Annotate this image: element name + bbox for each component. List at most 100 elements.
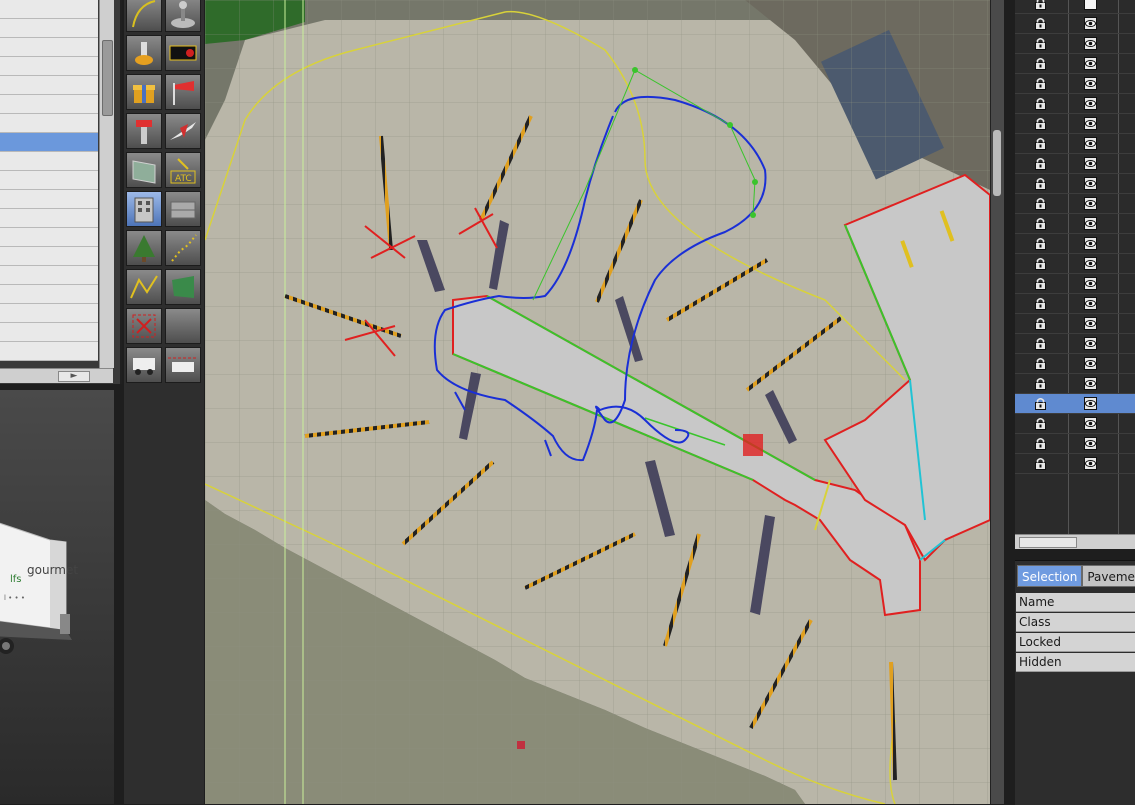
library-horizontal-scrollbar[interactable]: ► — [0, 368, 113, 383]
eye-icon[interactable] — [1084, 77, 1097, 90]
building-tool[interactable] — [126, 191, 162, 227]
layer-row[interactable] — [1015, 94, 1135, 114]
runway-sign-tool[interactable] — [165, 0, 201, 32]
lock-icon[interactable] — [1034, 0, 1047, 10]
layer-row[interactable] — [1015, 274, 1135, 294]
property-name-label[interactable]: Name — [1016, 593, 1135, 612]
lock-icon[interactable] — [1034, 337, 1047, 350]
eye-icon[interactable] — [1084, 157, 1097, 170]
property-class-label[interactable]: Class — [1016, 613, 1135, 632]
lock-icon[interactable] — [1034, 137, 1047, 150]
empty-tool[interactable] — [165, 308, 201, 344]
library-row[interactable] — [0, 76, 98, 95]
library-row[interactable] — [0, 133, 98, 152]
lock-icon[interactable] — [1034, 457, 1047, 470]
library-row[interactable] — [0, 304, 98, 323]
eye-icon[interactable] — [1084, 57, 1097, 70]
lock-icon[interactable] — [1034, 257, 1047, 270]
library-row[interactable] — [0, 0, 98, 19]
library-row[interactable] — [0, 342, 98, 361]
lock-icon[interactable] — [1034, 157, 1047, 170]
eye-icon[interactable] — [1084, 257, 1097, 270]
tab-selection[interactable]: Selection — [1017, 565, 1083, 587]
lock-icon[interactable] — [1034, 437, 1047, 450]
scroll-thumb[interactable] — [1019, 537, 1077, 548]
exclusion-tool[interactable] — [126, 308, 162, 344]
visibility-box-icon[interactable] — [1084, 0, 1097, 10]
line-tool[interactable] — [165, 230, 201, 266]
lock-icon[interactable] — [1034, 417, 1047, 430]
string-tool[interactable] — [126, 269, 162, 305]
layer-row[interactable] — [1015, 14, 1135, 34]
eye-icon[interactable] — [1084, 117, 1097, 130]
layer-row[interactable] — [1015, 114, 1135, 134]
library-row[interactable] — [0, 38, 98, 57]
lock-icon[interactable] — [1034, 17, 1047, 30]
eye-icon[interactable] — [1084, 177, 1097, 190]
layer-row[interactable] — [1015, 234, 1135, 254]
layer-row[interactable] — [1015, 454, 1135, 474]
layer-row[interactable] — [1015, 54, 1135, 74]
property-hidden-label[interactable]: Hidden — [1016, 653, 1135, 672]
lock-icon[interactable] — [1034, 317, 1047, 330]
lock-icon[interactable] — [1034, 77, 1047, 90]
lock-icon[interactable] — [1034, 217, 1047, 230]
library-row[interactable] — [0, 247, 98, 266]
eye-icon[interactable] — [1084, 317, 1097, 330]
layer-row[interactable] — [1015, 394, 1135, 414]
scroll-thumb[interactable] — [993, 130, 1001, 196]
ground-vehicle-tool[interactable] — [126, 347, 162, 383]
layer-row[interactable] — [1015, 174, 1135, 194]
eye-icon[interactable] — [1084, 377, 1097, 390]
layer-row[interactable] — [1015, 0, 1135, 14]
eye-icon[interactable] — [1084, 397, 1097, 410]
lock-icon[interactable] — [1034, 117, 1047, 130]
eye-icon[interactable] — [1084, 457, 1097, 470]
layer-row[interactable] — [1015, 74, 1135, 94]
layer-row[interactable] — [1015, 314, 1135, 334]
library-row[interactable] — [0, 57, 98, 76]
airplane-start-tool[interactable] — [165, 113, 201, 149]
scroll-thumb[interactable] — [102, 40, 113, 116]
library-row[interactable] — [0, 171, 98, 190]
layer-row[interactable] — [1015, 34, 1135, 54]
map-canvas[interactable] — [205, 0, 990, 804]
lock-icon[interactable] — [1034, 377, 1047, 390]
lock-icon[interactable] — [1034, 177, 1047, 190]
library-row[interactable] — [0, 114, 98, 133]
lock-icon[interactable] — [1034, 37, 1047, 50]
forest-tool[interactable] — [126, 230, 162, 266]
lock-icon[interactable] — [1034, 197, 1047, 210]
layer-row[interactable] — [1015, 374, 1135, 394]
airport-map[interactable] — [205, 0, 990, 804]
layer-row[interactable] — [1015, 254, 1135, 274]
facade-tool[interactable] — [126, 152, 162, 188]
eye-icon[interactable] — [1084, 97, 1097, 110]
eye-icon[interactable] — [1084, 37, 1097, 50]
scroll-right-arrow-icon[interactable]: ► — [58, 371, 90, 382]
library-row[interactable] — [0, 266, 98, 285]
vehicle-route-tool[interactable] — [165, 347, 201, 383]
layer-row[interactable] — [1015, 194, 1135, 214]
layers-horizontal-scrollbar[interactable] — [1015, 534, 1135, 549]
eye-icon[interactable] — [1084, 337, 1097, 350]
taxi-sign-tool[interactable] — [165, 35, 201, 71]
atc-tool[interactable]: ATC — [165, 152, 201, 188]
eye-icon[interactable] — [1084, 17, 1097, 30]
eye-icon[interactable] — [1084, 277, 1097, 290]
layer-row[interactable] — [1015, 434, 1135, 454]
library-row[interactable] — [0, 209, 98, 228]
layer-row[interactable] — [1015, 294, 1135, 314]
lock-icon[interactable] — [1034, 397, 1047, 410]
lock-icon[interactable] — [1034, 357, 1047, 370]
layer-row[interactable] — [1015, 214, 1135, 234]
lock-icon[interactable] — [1034, 297, 1047, 310]
taxi-route-tool[interactable] — [126, 0, 162, 32]
eye-icon[interactable] — [1084, 137, 1097, 150]
library-row[interactable] — [0, 19, 98, 38]
layer-row[interactable] — [1015, 334, 1135, 354]
property-locked-label[interactable]: Locked — [1016, 633, 1135, 652]
layer-row[interactable] — [1015, 134, 1135, 154]
lock-icon[interactable] — [1034, 57, 1047, 70]
library-row[interactable] — [0, 152, 98, 171]
